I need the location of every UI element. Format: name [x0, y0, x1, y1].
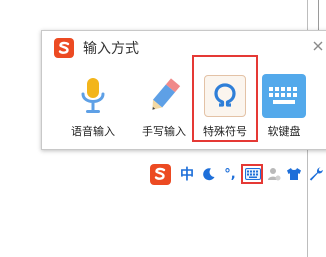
input-method-popup: 输入方式 语音输入 手写输入 特殊符号 软键盘 [41, 30, 326, 150]
sogou-logo-icon [54, 38, 74, 58]
pencil-icon [141, 73, 187, 119]
user-icon[interactable] [266, 161, 282, 187]
handwriting-input-button[interactable]: 手写输入 [134, 67, 194, 141]
language-toggle[interactable]: 中 [178, 161, 196, 187]
soft-keyboard-button[interactable]: 软键盘 [254, 67, 314, 141]
keyboard-icon [262, 74, 306, 118]
edge-divider [318, 0, 319, 30]
ime-status-bar: 中 °, [148, 161, 326, 187]
punctuation-toggle[interactable]: °, [221, 161, 239, 187]
omega-icon [204, 75, 246, 117]
close-button[interactable] [311, 38, 325, 52]
sogou-logo-icon [149, 163, 171, 185]
soft-keyboard-label: 软键盘 [267, 125, 301, 138]
special-symbols-label: 特殊符号 [203, 125, 247, 138]
soft-keyboard-icon-frame [261, 73, 307, 119]
popup-header: 输入方式 [54, 37, 139, 59]
special-symbols-button[interactable]: 特殊符号 [195, 67, 255, 141]
popup-title: 输入方式 [83, 41, 139, 57]
screen: 输入方式 语音输入 手写输入 特殊符号 软键盘 中 °, [0, 0, 326, 257]
voice-input-label: 语音输入 [71, 125, 115, 138]
status-logo-button[interactable] [148, 161, 172, 187]
voice-input-button[interactable]: 语音输入 [63, 67, 123, 141]
handwriting-input-label: 手写输入 [142, 125, 186, 138]
keyboard-highlight [241, 164, 263, 184]
close-icon [313, 41, 323, 51]
half-moon-icon[interactable] [201, 161, 217, 187]
microphone-icon [70, 73, 116, 119]
wrench-icon[interactable] [307, 161, 325, 187]
shirt-icon[interactable] [285, 161, 303, 187]
special-symbols-icon-frame [202, 73, 248, 119]
